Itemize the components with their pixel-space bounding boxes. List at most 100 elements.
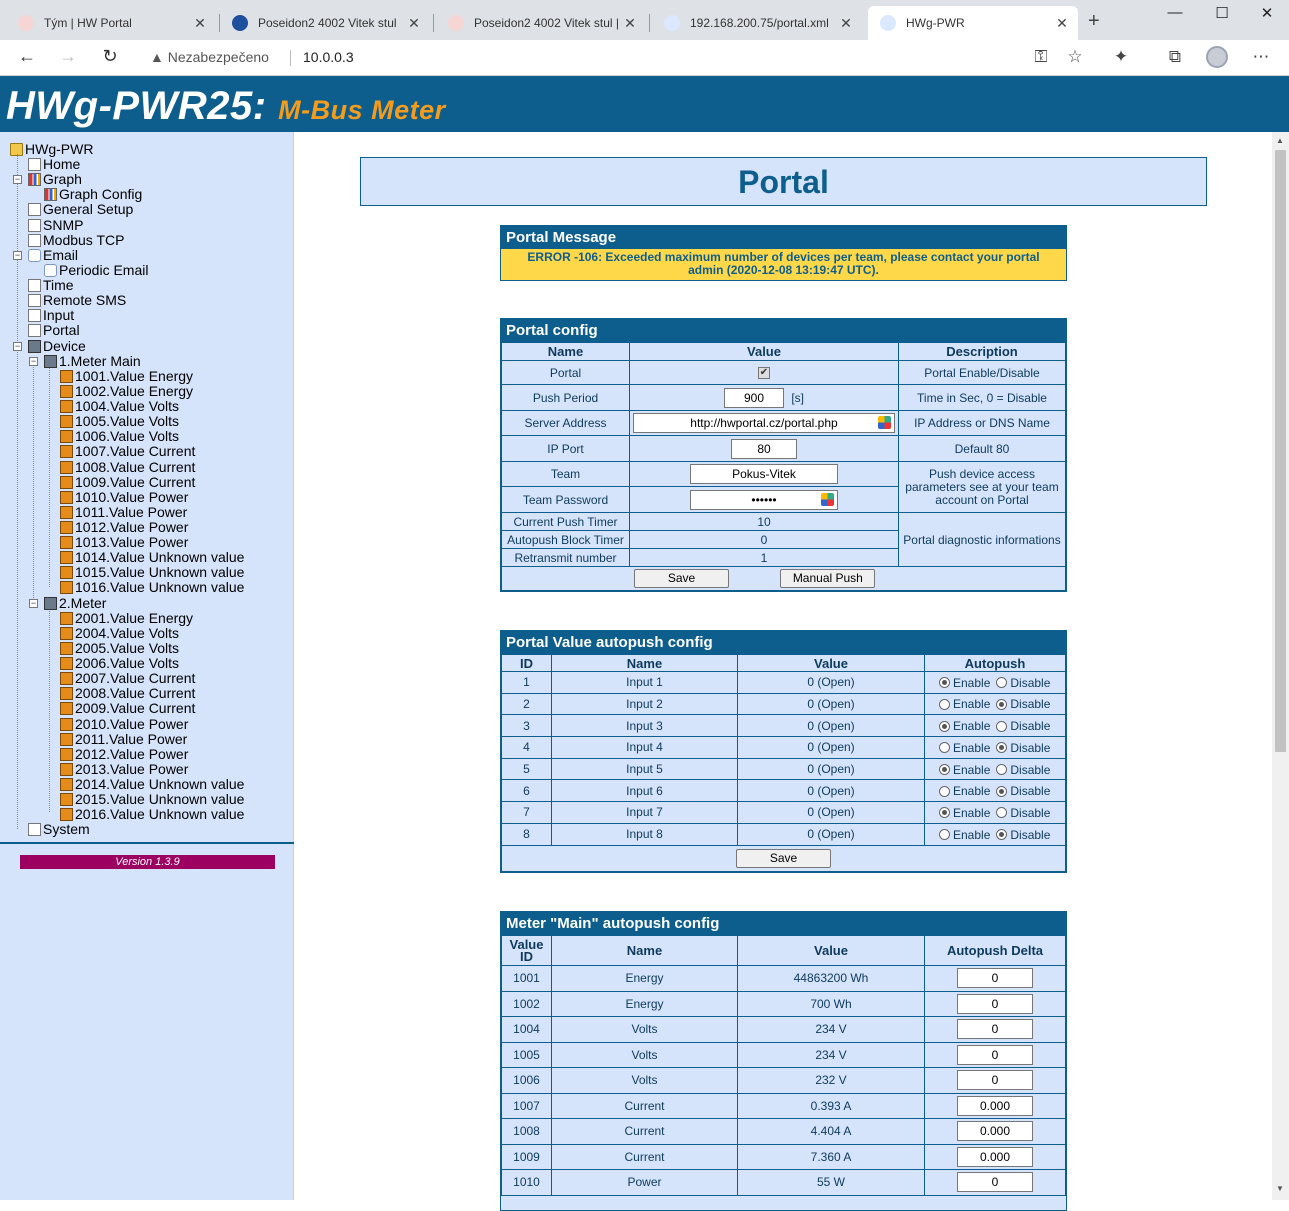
forward-button[interactable]: → <box>56 46 80 67</box>
team-password-input[interactable]: •••••• <box>690 489 838 510</box>
autopush-delta-input[interactable]: 0 <box>957 1070 1033 1091</box>
scroll-thumb[interactable] <box>1275 150 1286 752</box>
minimize-button[interactable]: — <box>1160 4 1190 21</box>
sidebar-item-1010-value-power[interactable]: 1010.Value Power <box>60 489 188 505</box>
sidebar-item-1016-value-unknown-value[interactable]: 1016.Value Unknown value <box>60 580 244 595</box>
autopush-delta-input[interactable]: 0 <box>957 1172 1033 1193</box>
collapse-toggle-icon[interactable]: − <box>29 356 38 366</box>
sidebar-item-email[interactable]: Email <box>28 247 78 263</box>
sidebar-item-1001-value-energy[interactable]: 1001.Value Energy <box>60 368 193 384</box>
sidebar-item-portal[interactable]: Portal <box>28 323 80 338</box>
sidebar-item-home[interactable]: Home <box>28 157 80 172</box>
browser-tab-4[interactable]: 192.168.200.75/portal.xml ✕ <box>652 6 862 40</box>
sidebar-item-graph[interactable]: Graph <box>28 172 82 187</box>
sidebar-item-1007-value-current[interactable]: 1007.Value Current <box>60 444 195 459</box>
sidebar-item-2010-value-power[interactable]: 2010.Value Power <box>60 716 188 732</box>
enable-radio[interactable] <box>939 698 950 710</box>
ip-port-input[interactable]: 80 <box>731 438 797 459</box>
disable-radio[interactable] <box>996 720 1008 732</box>
page-scrollbar[interactable]: ▲ ▼ <box>1272 132 1289 1200</box>
autopush-delta-input[interactable]: 0 <box>957 993 1033 1014</box>
push-period-input[interactable]: 900 <box>724 387 784 408</box>
disable-radio[interactable] <box>996 698 1008 710</box>
sidebar-item-1005-value-volts[interactable]: 1005.Value Volts <box>60 414 179 429</box>
tab-close-icon[interactable]: ✕ <box>192 15 208 32</box>
sidebar-item-1014-value-unknown-value[interactable]: 1014.Value Unknown value <box>60 550 244 565</box>
sidebar-item-time[interactable]: Time <box>28 278 74 293</box>
sidebar-item-modbus-tcp[interactable]: Modbus TCP <box>28 232 124 248</box>
sidebar-item-1002-value-energy[interactable]: 1002.Value Energy <box>60 383 193 399</box>
tab-close-icon[interactable]: ✕ <box>1054 15 1070 32</box>
password-manager-icon[interactable] <box>821 492 834 506</box>
sidebar-item-general-setup[interactable]: General Setup <box>28 202 133 217</box>
disable-radio[interactable] <box>996 742 1008 754</box>
sidebar-item-2007-value-current[interactable]: 2007.Value Current <box>60 671 195 686</box>
tab-close-icon[interactable]: ✕ <box>406 15 422 32</box>
tab-close-icon[interactable]: ✕ <box>838 15 854 32</box>
key-icon[interactable]: ⚿ <box>1030 47 1052 67</box>
sidebar-item-1008-value-current[interactable]: 1008.Value Current <box>60 459 195 475</box>
extension-icon[interactable]: ✦ <box>1110 47 1132 67</box>
autopush-delta-input[interactable]: 0 <box>957 1044 1033 1065</box>
sidebar-item-2012-value-power[interactable]: 2012.Value Power <box>60 746 188 762</box>
new-tab-button[interactable]: + <box>1088 10 1100 33</box>
collections-icon[interactable]: ⧉ <box>1164 47 1186 67</box>
sidebar-item-2016-value-unknown-value[interactable]: 2016.Value Unknown value <box>60 807 244 822</box>
enable-radio[interactable] <box>939 677 950 689</box>
scroll-up-arrow-icon[interactable]: ▲ <box>1276 136 1284 145</box>
disable-radio[interactable] <box>996 785 1008 797</box>
disable-radio[interactable] <box>996 807 1008 819</box>
collapse-toggle-icon[interactable]: − <box>13 341 22 351</box>
sidebar-item-input[interactable]: Input <box>28 308 74 323</box>
autofill-icon[interactable] <box>878 416 891 429</box>
enable-radio[interactable] <box>939 742 950 754</box>
sidebar-item-2008-value-current[interactable]: 2008.Value Current <box>60 686 195 701</box>
collapse-toggle-icon[interactable]: − <box>13 175 22 185</box>
collapse-toggle-icon[interactable]: − <box>13 250 22 260</box>
sidebar-item-snmp[interactable]: SNMP <box>28 217 83 233</box>
team-input[interactable]: Pokus-Vitek <box>690 464 838 484</box>
enable-radio[interactable] <box>939 829 950 841</box>
url-field[interactable]: 10.0.0.3 <box>303 49 354 65</box>
enable-radio[interactable] <box>939 785 950 797</box>
autopush-save-button[interactable]: Save <box>736 848 831 868</box>
autopush-delta-input[interactable]: 0 <box>957 1019 1033 1040</box>
server-address-input[interactable]: http://hwportal.cz/portal.php <box>633 413 895 433</box>
sidebar-item-root[interactable]: HWg-PWR <box>10 142 93 157</box>
disable-radio[interactable] <box>996 677 1008 689</box>
browser-tab-2[interactable]: Poseidon2 4002 Vitek stul ✕ <box>220 6 430 40</box>
autopush-delta-input[interactable]: 0 <box>957 968 1033 989</box>
sidebar-item-device[interactable]: Device <box>28 338 86 354</box>
sidebar-item-1009-value-current[interactable]: 1009.Value Current <box>60 474 195 490</box>
sidebar-item-2011-value-power[interactable]: 2011.Value Power <box>60 731 187 747</box>
sidebar-item-1-meter-main[interactable]: 1.Meter Main <box>44 353 141 369</box>
sidebar-item-1011-value-power[interactable]: 1011.Value Power <box>60 504 187 520</box>
sidebar-item-2009-value-current[interactable]: 2009.Value Current <box>60 701 195 716</box>
menu-dots-icon[interactable]: ⋯ <box>1250 47 1272 67</box>
autopush-delta-input[interactable]: 0.000 <box>957 1146 1033 1167</box>
sidebar-item-1015-value-unknown-value[interactable]: 1015.Value Unknown value <box>60 565 244 580</box>
scroll-down-arrow-icon[interactable]: ▼ <box>1276 1184 1284 1193</box>
favorite-star-icon[interactable]: ☆ <box>1064 47 1086 67</box>
autopush-delta-input[interactable]: 0.000 <box>957 1121 1033 1142</box>
sidebar-item-2005-value-volts[interactable]: 2005.Value Volts <box>60 640 179 656</box>
sidebar-item-2001-value-energy[interactable]: 2001.Value Energy <box>60 610 193 626</box>
maximize-button[interactable]: ☐ <box>1207 4 1237 22</box>
reload-button[interactable]: ↻ <box>98 46 122 67</box>
manual-push-button[interactable]: Manual Push <box>780 569 876 588</box>
disable-radio[interactable] <box>996 764 1008 775</box>
browser-tab-3[interactable]: Poseidon2 4002 Vitek stul | HW✕ <box>436 6 646 40</box>
autopush-delta-input[interactable]: 0.000 <box>957 1095 1033 1116</box>
sidebar-item-periodic-email[interactable]: Periodic Email <box>44 262 148 278</box>
sidebar-item-graph-config[interactable]: Graph Config <box>44 187 142 202</box>
sidebar-item-1013-value-power[interactable]: 1013.Value Power <box>60 535 188 550</box>
sidebar-item-system[interactable]: System <box>28 822 90 837</box>
sidebar-item-2013-value-power[interactable]: 2013.Value Power <box>60 761 188 777</box>
sidebar-item-1004-value-volts[interactable]: 1004.Value Volts <box>60 399 179 414</box>
security-indicator[interactable]: ▲ Nezabezpečeno <box>150 49 269 65</box>
sidebar-item-2006-value-volts[interactable]: 2006.Value Volts <box>60 656 179 671</box>
sidebar-item-2004-value-volts[interactable]: 2004.Value Volts <box>60 625 179 641</box>
back-button[interactable]: ← <box>15 46 39 67</box>
disable-radio[interactable] <box>996 829 1008 841</box>
browser-tab-1[interactable]: Tým | HW Portal ✕ <box>6 6 216 40</box>
